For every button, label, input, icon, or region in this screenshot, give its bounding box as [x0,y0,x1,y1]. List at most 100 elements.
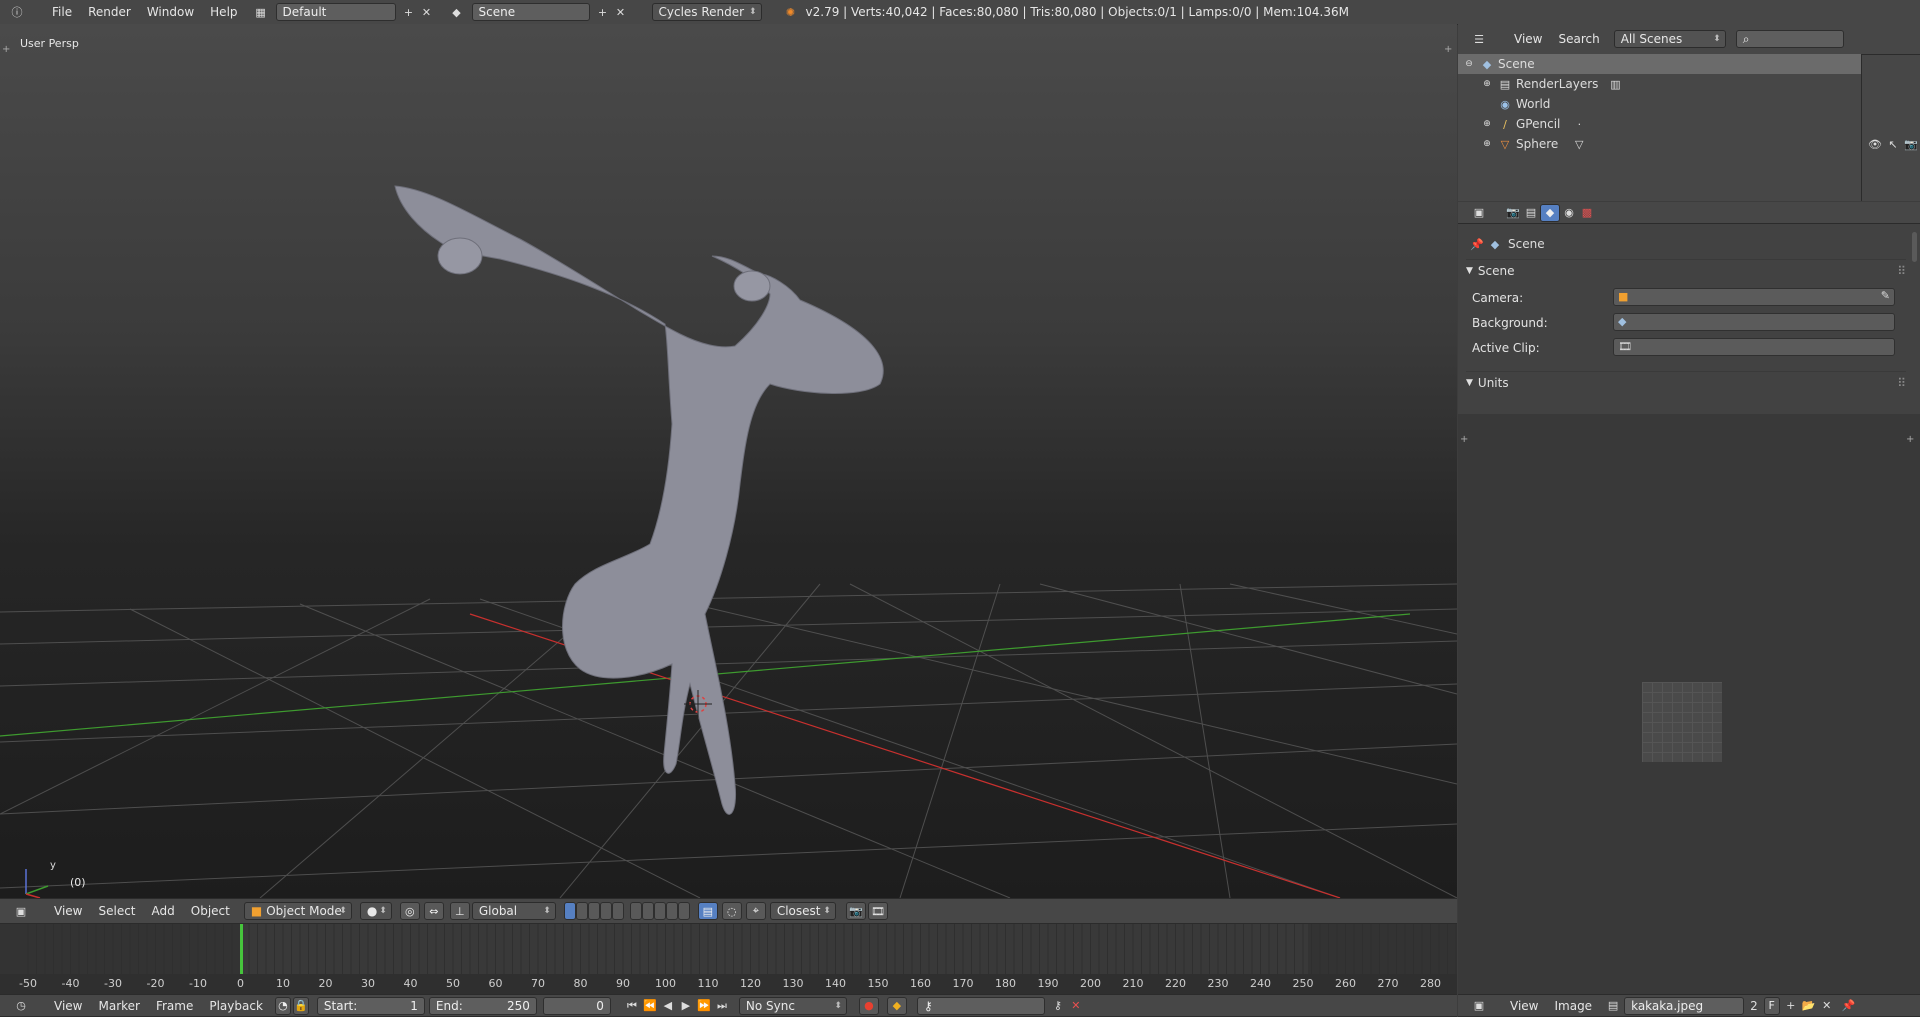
render-layers-tab-icon[interactable]: ▤ [1522,204,1540,222]
visibility-eye-icon[interactable]: 👁 [1866,135,1884,153]
drag-handle-icon[interactable]: ⠿ [1897,264,1906,278]
panel-header-scene[interactable]: ▼ Scene ⠿ [1466,259,1906,281]
menu-help[interactable]: Help [202,5,245,19]
tree-row-sphere[interactable]: ⊕ ▽ Sphere ▽ 👁 ↖ 📷 [1458,134,1920,154]
layer-button[interactable] [653,902,666,920]
layer-buttons[interactable] [563,902,624,920]
unlink-image-icon[interactable]: ✕ [1818,997,1836,1015]
proportional-edit-icon[interactable]: ◌ [721,902,742,920]
snap-target-dropdown[interactable]: Closest [769,902,836,920]
start-frame-field[interactable]: Start: 1 [316,996,425,1015]
render-engine-dropdown[interactable]: Cycles Render [651,3,762,21]
menu-search[interactable]: Search [1550,32,1607,46]
tree-row-gpencil[interactable]: ⊕ ∕ GPencil · [1458,114,1861,134]
add-scene-icon[interactable]: + [594,3,612,21]
snap-icon[interactable]: ⌖ [745,902,766,920]
menu-playback[interactable]: Playback [201,999,271,1013]
layer-button[interactable] [563,902,576,920]
jump-end-icon[interactable]: ⏭ [713,997,731,1015]
menu-frame[interactable]: Frame [148,999,201,1013]
layer-button[interactable] [599,902,612,920]
expand-icon[interactable]: ⊕ [1478,135,1496,153]
end-frame-field[interactable]: End: 250 [428,996,537,1015]
area-split-corner-icon[interactable]: + [1460,434,1468,445]
layer-button[interactable] [575,902,588,920]
open-image-icon[interactable]: 📂 [1800,997,1818,1015]
insert-keyframe-icon[interactable]: ⚷ [1049,997,1067,1015]
menu-file[interactable]: File [44,5,80,19]
viewport-canvas[interactable] [0,24,1457,898]
menu-marker[interactable]: Marker [90,999,147,1013]
tree-row-renderlayers[interactable]: ⊕ ▤ RenderLayers ▥ [1458,74,1861,94]
timeline-editor-icon[interactable]: ◷ [12,997,30,1015]
interaction-mode-dropdown[interactable]: ■ Object Mode [243,902,352,920]
pin-icon[interactable]: 📌 [1840,997,1858,1015]
remove-layout-icon[interactable]: ✕ [418,3,436,21]
active-clip-field[interactable]: 🎞 [1613,338,1895,356]
layer-button[interactable] [665,902,678,920]
drag-handle-icon[interactable]: ⠿ [1897,376,1906,390]
collapse-icon[interactable]: ⊖ [1460,55,1478,73]
layer-buttons[interactable] [629,902,690,920]
jump-keyframe-forward-icon[interactable]: ⏩ [695,997,713,1015]
keying-set-icon[interactable]: ◆ [886,996,907,1015]
scene-selector-icon[interactable]: ◆ [448,3,466,21]
image-name-field[interactable]: kakaka.jpeg [1624,996,1745,1015]
menu-window[interactable]: Window [139,5,202,19]
camera-field[interactable]: ■ ✎ [1613,288,1895,306]
expand-icon[interactable]: ⊕ [1478,115,1496,133]
current-frame-cursor[interactable] [239,924,243,974]
info-editor-icon[interactable]: ⓘ [8,3,26,21]
area-split-corner-icon[interactable]: + [2,44,10,55]
add-layout-icon[interactable]: + [400,3,418,21]
preview-range-icon[interactable]: ◔ [274,996,291,1015]
menu-view[interactable]: View [1502,999,1546,1013]
outliner-editor-icon[interactable]: ☰ [1470,30,1488,48]
tree-row-scene[interactable]: ⊖ ◆ Scene [1458,54,1861,74]
current-frame-field[interactable]: 0 [542,996,611,1015]
menu-select[interactable]: Select [90,904,143,918]
editor-type-icon[interactable]: ▣ [12,902,30,920]
auto-keying-icon[interactable]: ● [858,996,879,1015]
properties-editor-icon[interactable]: ▣ [1470,204,1488,222]
tree-row-world[interactable]: ◉ World [1458,94,1861,114]
pivot-point-icon[interactable]: ◎ [399,902,420,920]
render-animation-icon[interactable]: 🎞 [867,902,888,920]
layer-button[interactable] [629,902,642,920]
image-editor[interactable]: + + [1458,414,1920,994]
render-opengl-icon[interactable]: 📷 [845,902,866,920]
outliner[interactable]: ☰ View Search All Scenes ⌕ ⊖ ◆ Scene ⊕ ▤… [1458,24,1920,201]
eyedropper-icon[interactable]: ✎ [1881,289,1890,302]
texture-tab-icon[interactable]: ▩ [1578,204,1596,222]
background-field[interactable]: ◆ [1613,313,1895,331]
pin-icon[interactable]: 📌 [1468,235,1486,253]
viewport-shading-dropdown[interactable]: ● [359,902,392,920]
menu-render[interactable]: Render [80,5,139,19]
renderable-camera-icon[interactable]: 📷 [1902,135,1920,153]
sphere-mesh[interactable] [394,185,884,815]
properties-editor[interactable]: ▣ 📷 ▤ ◆ ◉ ▩ 📌 ◆ Scene ▼ Scene ⠿ Camera: … [1458,202,1920,414]
jump-start-icon[interactable]: ⏮ [623,997,641,1015]
lock-camera-icon[interactable]: ▤ [697,902,718,920]
layout-name-field[interactable]: Default [275,3,396,21]
browse-image-icon[interactable]: ▤ [1604,997,1622,1015]
outliner-search-input[interactable]: ⌕ [1735,30,1844,48]
scene-name-field[interactable]: Scene [471,3,590,21]
screen-layout-icon[interactable]: ▦ [252,3,270,21]
selectable-cursor-icon[interactable]: ↖ [1884,135,1902,153]
transform-orientation-icon[interactable]: ⊥ [449,902,470,920]
active-keying-set-field[interactable]: ⚷ [916,996,1045,1015]
layer-button[interactable] [611,902,624,920]
properties-scrollbar[interactable] [1912,232,1917,262]
timeline-area[interactable]: -50 -40 -30 -20 -10 0 10 20 30 40 50 60 70 80 90 100 110… [0,924,1457,994]
area-split-corner-icon[interactable]: + [1906,434,1914,445]
remove-scene-icon[interactable]: ✕ [612,3,630,21]
layer-button[interactable] [587,902,600,920]
menu-image[interactable]: Image [1546,999,1600,1013]
expand-icon[interactable]: ⊕ [1478,75,1496,93]
layer-button[interactable] [641,902,654,920]
layer-button[interactable] [677,902,690,920]
3d-viewport[interactable]: User Persp y (0) + + [0,24,1457,898]
scene-tab-icon[interactable]: ◆ [1540,203,1560,222]
menu-view[interactable]: View [46,999,90,1013]
